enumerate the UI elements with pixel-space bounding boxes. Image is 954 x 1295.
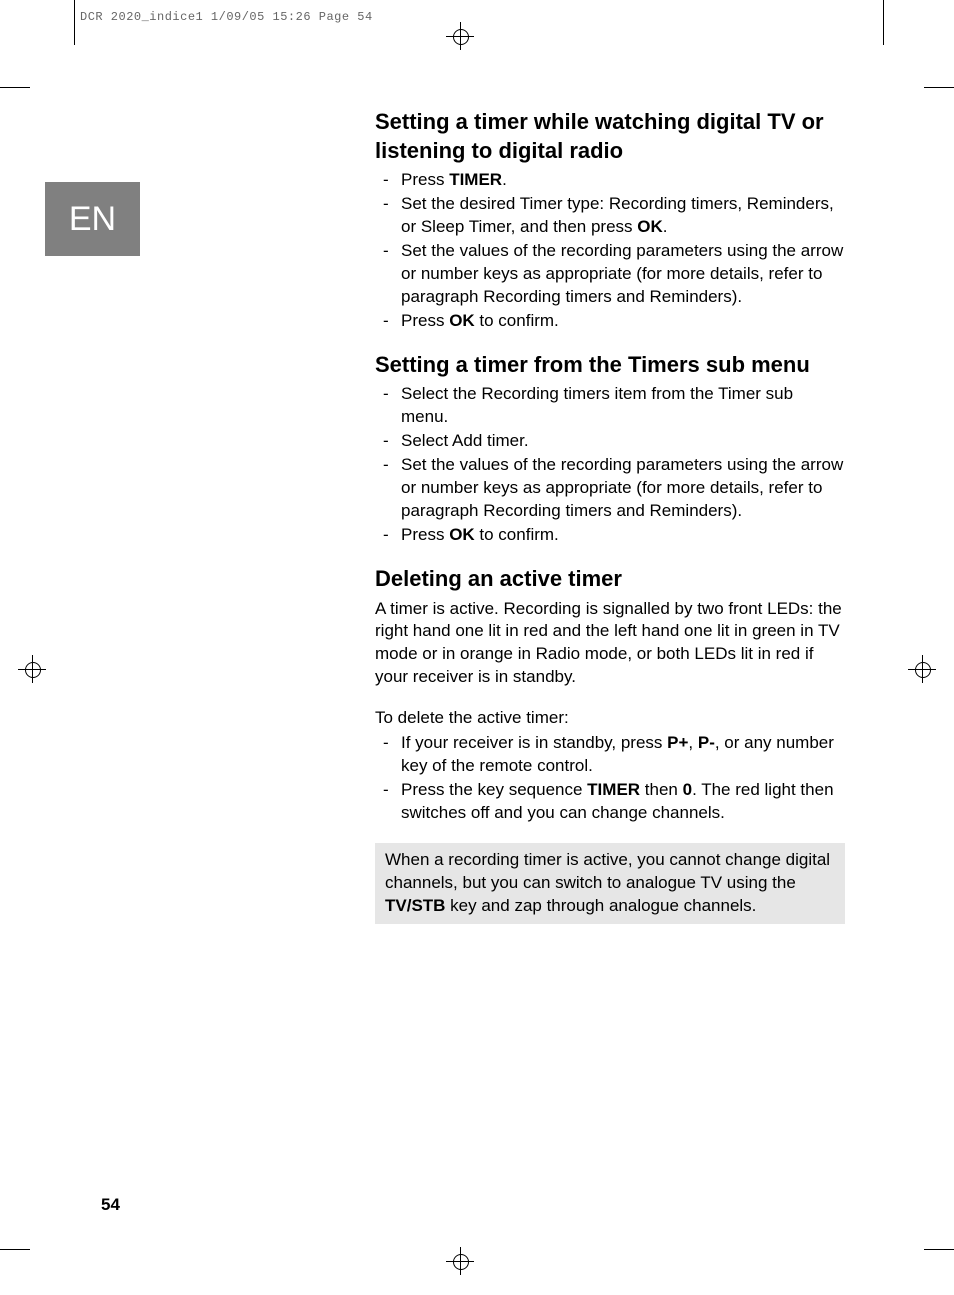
section-setting-timer-submenu: Setting a timer from the Timers sub menu… (375, 351, 845, 547)
list-item: Select Add timer. (389, 430, 845, 453)
section-deleting-timer: Deleting an active timer A timer is acti… (375, 565, 845, 924)
note-box: When a recording timer is active, you ca… (375, 843, 845, 924)
instruction-list: Press TIMER. Set the desired Timer type:… (375, 169, 845, 333)
list-item: Press the key sequence TIMER then 0. The… (389, 779, 845, 825)
main-content: Setting a timer while watching digital T… (375, 108, 845, 942)
paragraph: To delete the active timer: (375, 707, 845, 730)
list-item: Press TIMER. (389, 169, 845, 192)
list-item: If your receiver is in standby, press P+… (389, 732, 845, 778)
section-setting-timer-watching: Setting a timer while watching digital T… (375, 108, 845, 333)
page-number: 54 (101, 1195, 120, 1215)
crop-mark (883, 0, 884, 45)
heading: Deleting an active timer (375, 565, 845, 594)
registration-mark-icon (446, 22, 474, 50)
crop-mark (0, 87, 30, 88)
list-item: Press OK to confirm. (389, 310, 845, 333)
instruction-list: Select the Recording timers item from th… (375, 383, 845, 547)
list-item: Select the Recording timers item from th… (389, 383, 845, 429)
crop-mark (924, 1249, 954, 1250)
list-item: Press OK to confirm. (389, 524, 845, 547)
print-slug: DCR 2020_indice1 1/09/05 15:26 Page 54 (80, 10, 373, 24)
heading: Setting a timer while watching digital T… (375, 108, 845, 165)
registration-mark-icon (18, 655, 46, 683)
crop-mark (74, 0, 75, 45)
crop-mark (0, 1249, 30, 1250)
heading: Setting a timer from the Timers sub menu (375, 351, 845, 380)
list-item: Set the desired Timer type: Recording ti… (389, 193, 845, 239)
paragraph: A timer is active. Recording is signalle… (375, 598, 845, 690)
instruction-list: If your receiver is in standby, press P+… (375, 732, 845, 825)
registration-mark-icon (908, 655, 936, 683)
language-tab: EN (45, 182, 140, 256)
crop-mark (924, 87, 954, 88)
registration-mark-icon (446, 1247, 474, 1275)
list-item: Set the values of the recording paramete… (389, 454, 845, 523)
list-item: Set the values of the recording paramete… (389, 240, 845, 309)
